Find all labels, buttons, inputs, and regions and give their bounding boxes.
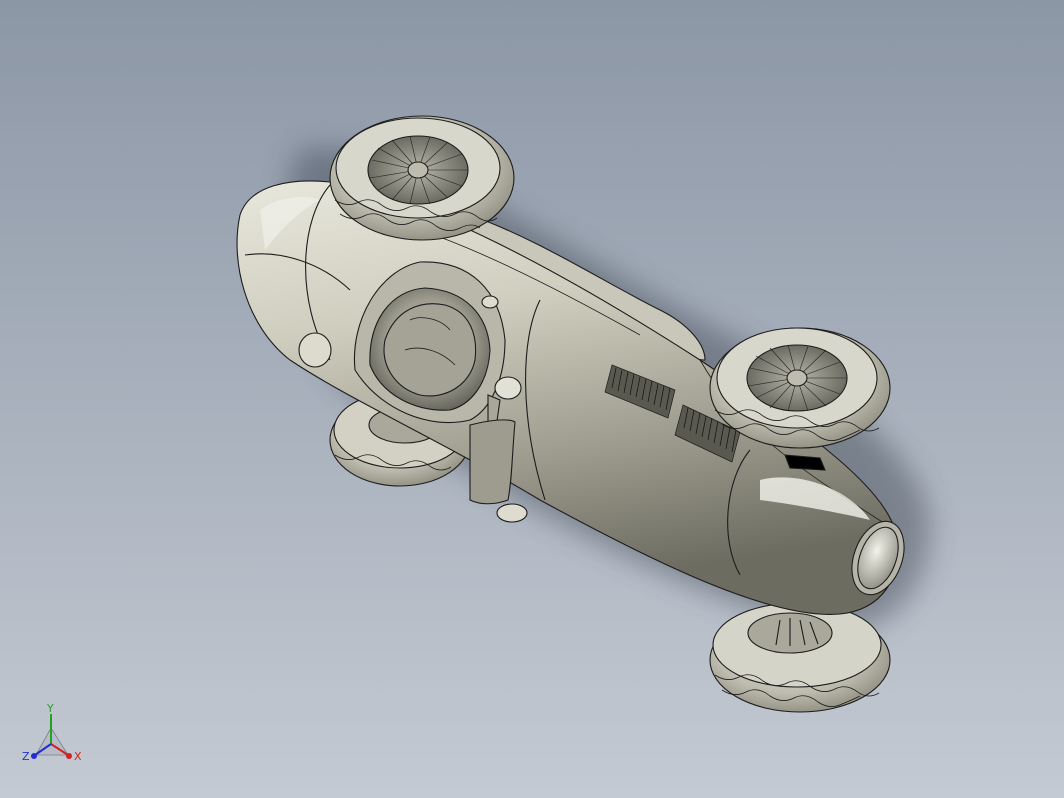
side-fuel-cap — [298, 332, 332, 368]
windscreen — [469, 419, 516, 505]
front-mirror — [496, 503, 528, 523]
z-axis-label: Z — [22, 750, 30, 763]
wheel-front-upper[interactable] — [709, 327, 891, 449]
z-axis-tip — [31, 753, 37, 759]
wheel-rear-upper[interactable] — [329, 115, 515, 241]
view-orientation-triad[interactable]: Y X Z — [18, 700, 88, 770]
x-axis-label: X — [74, 750, 82, 763]
x-axis-tip — [66, 753, 72, 759]
y-axis-label: Y — [46, 702, 54, 715]
wheel-front-lower[interactable] — [709, 602, 891, 713]
graphics-viewport[interactable]: Y X Z — [0, 0, 1064, 798]
mirror-rear — [481, 295, 499, 309]
model-canvas[interactable] — [0, 0, 1064, 798]
